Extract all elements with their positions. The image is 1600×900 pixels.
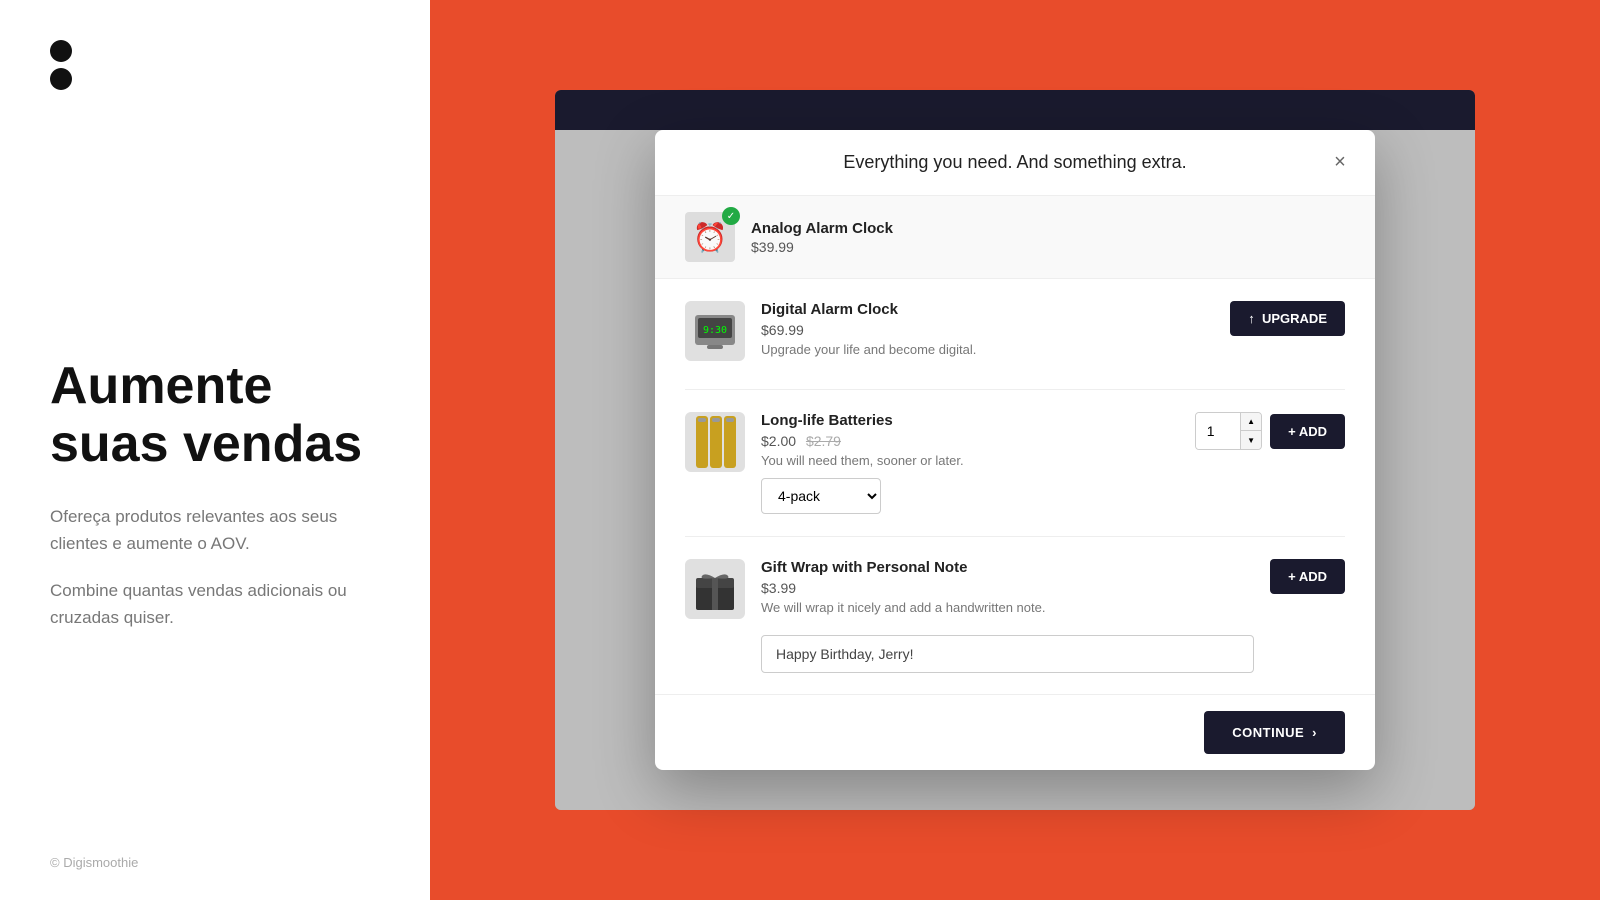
upsell-actions-batteries: ▲ ▼ + ADD	[1195, 412, 1345, 450]
personal-note-input[interactable]	[761, 635, 1254, 673]
upsell-modal: Everything you need. And something extra…	[655, 130, 1375, 770]
modal-header: Everything you need. And something extra…	[655, 130, 1375, 196]
cart-item-name: Analog Alarm Clock	[751, 220, 893, 237]
right-panel: Everything you need. And something extra…	[430, 0, 1600, 900]
logo-dot-bottom	[50, 68, 72, 90]
qty-arrows: ▲ ▼	[1240, 413, 1261, 449]
upgrade-button[interactable]: ↑ UPGRADE	[1230, 301, 1345, 336]
upsell-info-digital: Digital Alarm Clock $69.99 Upgrade your …	[761, 301, 1214, 367]
upsell-price-batteries: $2.00 $2.79	[761, 433, 1179, 449]
quantity-input[interactable]	[1196, 413, 1240, 449]
logo	[50, 40, 380, 90]
upsell-item-batteries: Long-life Batteries $2.00 $2.79 You will…	[685, 390, 1345, 537]
batteries-image	[685, 412, 745, 472]
qty-down-button[interactable]: ▼	[1241, 431, 1261, 449]
original-price-batteries: $2.79	[806, 433, 841, 449]
cart-item-image: ⏰ ✓	[685, 212, 735, 262]
close-button[interactable]: ×	[1325, 148, 1355, 178]
qty-up-button[interactable]: ▲	[1241, 413, 1261, 431]
footer-copyright: © Digismoothie	[50, 855, 138, 870]
upsell-price-gift: $3.99	[761, 580, 1254, 596]
upsell-info-gift: Gift Wrap with Personal Note $3.99 We wi…	[761, 559, 1254, 673]
description-1: Ofereça produtos relevantes aos seus cli…	[50, 503, 380, 557]
upsell-actions-gift: + ADD	[1270, 559, 1345, 594]
modal-footer: CONTINUE ›	[655, 694, 1375, 770]
upsell-list: 9:30 Digital Alarm Clock $69.99 Upgrade …	[655, 279, 1375, 694]
upsell-item-digital-alarm: 9:30 Digital Alarm Clock $69.99 Upgrade …	[685, 279, 1345, 390]
upsell-desc-digital: Upgrade your life and become digital.	[761, 342, 1214, 357]
cart-item-price: $39.99	[751, 239, 893, 255]
upsell-desc-gift: We will wrap it nicely and add a handwri…	[761, 600, 1254, 615]
digital-alarm-image: 9:30	[685, 301, 745, 361]
add-gift-button[interactable]: + ADD	[1270, 559, 1345, 594]
chevron-right-icon: ›	[1312, 725, 1317, 740]
quantity-stepper: ▲ ▼	[1195, 412, 1262, 450]
upsell-name-gift: Gift Wrap with Personal Note	[761, 559, 1254, 576]
pack-select[interactable]: 4-pack 8-pack 12-pack	[761, 478, 881, 514]
digital-clock-icon: 9:30	[689, 305, 741, 357]
gift-icon	[690, 564, 740, 614]
upsell-actions-digital: ↑ UPGRADE	[1230, 301, 1345, 336]
upsell-desc-batteries: You will need them, sooner or later.	[761, 453, 1179, 468]
gift-wrap-image	[685, 559, 745, 619]
left-content: Aumente suas vendas Ofereça produtos rel…	[50, 90, 380, 860]
battery-icon	[688, 412, 742, 472]
logo-dot-top	[50, 40, 72, 62]
continue-button[interactable]: CONTINUE ›	[1204, 711, 1345, 754]
upsell-item-gift-wrap: Gift Wrap with Personal Note $3.99 We wi…	[685, 537, 1345, 694]
upsell-price-digital: $69.99	[761, 322, 1214, 338]
modal-title: Everything you need. And something extra…	[843, 152, 1186, 173]
upsell-name-digital: Digital Alarm Clock	[761, 301, 1214, 318]
add-batteries-button[interactable]: + ADD	[1270, 414, 1345, 449]
svg-text:9:30: 9:30	[703, 325, 727, 336]
upsell-info-batteries: Long-life Batteries $2.00 $2.79 You will…	[761, 412, 1179, 514]
left-panel: Aumente suas vendas Ofereça produtos rel…	[0, 0, 430, 900]
modal-overlay: Everything you need. And something extra…	[430, 0, 1600, 900]
cart-item-info: Analog Alarm Clock $39.99	[751, 220, 893, 255]
check-badge: ✓	[722, 207, 740, 225]
pack-select-wrap: 4-pack 8-pack 12-pack	[761, 478, 1179, 514]
description-2: Combine quantas vendas adicionais ou cru…	[50, 577, 380, 631]
upsell-name-batteries: Long-life Batteries	[761, 412, 1179, 429]
cart-item: ⏰ ✓ Analog Alarm Clock $39.99	[655, 196, 1375, 279]
headline: Aumente suas vendas	[50, 358, 380, 472]
